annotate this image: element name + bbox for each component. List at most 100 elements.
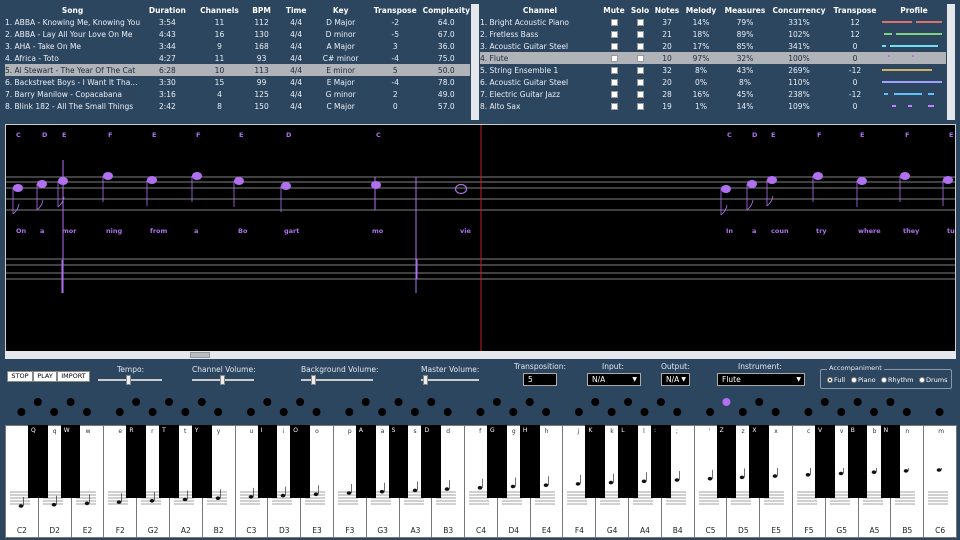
black-key[interactable]: K (585, 425, 606, 498)
black-key[interactable]: Z (716, 425, 737, 498)
output-select[interactable]: N/A ▼ (661, 373, 690, 386)
score-view[interactable]: C D E F E F E D C C D E F E F E On a mor ning from a Bo gart mo v… (5, 124, 956, 353)
song-col-header[interactable]: Duration (140, 4, 195, 16)
background-volume-knob[interactable] (311, 375, 316, 385)
score-scrollbar-thumb[interactable] (190, 352, 210, 358)
channel-solo-checkbox[interactable] (636, 91, 644, 98)
accompaniment-piano[interactable]: Piano (851, 376, 876, 384)
song-col-header[interactable]: Channels (195, 4, 245, 16)
score-note[interactable] (281, 182, 291, 190)
song-list[interactable]: Song Duration Channels BPM Time Key Transpose C… (5, 4, 470, 120)
song-row[interactable]: 8. Blink 182 - All The Small Things 2:42 8… (5, 100, 470, 112)
stop-button[interactable]: STOP (7, 371, 33, 382)
score-note[interactable] (13, 184, 23, 192)
score-note[interactable] (943, 176, 953, 184)
master-volume-knob[interactable] (423, 375, 428, 385)
black-key[interactable]: W (60, 425, 81, 498)
black-key[interactable]: Y (191, 425, 212, 498)
accompaniment-drums[interactable]: Drums (919, 376, 948, 384)
black-key[interactable]: I (257, 425, 278, 498)
song-row[interactable]: 4. Africa - Toto 4:27 11 93 4/4 C# minor -4 75.… (5, 52, 470, 64)
channel-list-scrollbar[interactable] (947, 4, 955, 120)
score-note[interactable] (767, 176, 777, 184)
white-key[interactable]: C6 m (923, 425, 957, 538)
score-note[interactable] (192, 172, 202, 180)
channel-col-header[interactable]: Measures (720, 4, 770, 16)
song-row[interactable]: 6. Backstreet Boys - I Want It Tha... 3:3… (5, 76, 470, 88)
song-list-scrollbar[interactable] (471, 4, 479, 120)
accompaniment-full[interactable]: Full (827, 376, 845, 384)
channel-volume-slider[interactable] (192, 375, 254, 385)
tempo-slider-knob[interactable] (126, 375, 131, 385)
channel-col-header[interactable]: Melody (682, 4, 720, 16)
song-col-header[interactable]: BPM (244, 4, 279, 16)
black-key[interactable]: B (847, 425, 868, 498)
channel-col-header[interactable]: Mute (600, 4, 628, 16)
song-row[interactable]: 3. AHA - Take On Me 3:44 9 168 4/4 A Major 3 36… (5, 40, 470, 52)
song-col-header[interactable]: Complexity (423, 4, 470, 16)
instrument-select[interactable]: Flute ▼ (717, 373, 805, 386)
channel-solo-checkbox[interactable] (636, 31, 644, 38)
channel-solo-checkbox[interactable] (636, 19, 644, 26)
channel-mute-checkbox[interactable] (610, 103, 618, 110)
score-scrollbar[interactable] (5, 351, 956, 359)
channel-solo-checkbox[interactable] (636, 67, 644, 74)
black-key[interactable]: R (126, 425, 146, 498)
channel-col-header[interactable]: Notes (652, 4, 682, 16)
score-note[interactable] (58, 177, 68, 185)
black-key[interactable]: : (651, 425, 671, 498)
channel-solo-checkbox[interactable] (636, 43, 644, 50)
channel-col-header[interactable]: Concurrency (770, 4, 828, 16)
channel-mute-checkbox[interactable] (610, 91, 618, 98)
channel-solo-checkbox[interactable] (636, 103, 644, 110)
channel-solo-checkbox[interactable] (636, 55, 644, 62)
master-volume-slider[interactable] (421, 375, 479, 385)
score-note[interactable] (857, 177, 867, 185)
channel-col-header[interactable]: Channel (480, 4, 600, 16)
tempo-slider[interactable] (98, 375, 162, 385)
channel-list[interactable]: Channel Mute Solo Notes Melody Measures Concur… (480, 4, 946, 120)
song-col-header[interactable]: Transpose (368, 4, 423, 16)
black-key[interactable]: O (290, 425, 310, 498)
channel-col-header[interactable]: Solo (628, 4, 652, 16)
input-select[interactable]: N/A ▼ (587, 373, 641, 386)
channel-mute-checkbox[interactable] (610, 19, 618, 26)
black-key[interactable]: H (519, 425, 540, 498)
piano-keyboard[interactable]: C2 D2 q E2 w F2 e G2 r A2 t B2 y C3 u D3 i E3 o F3 p G3 a A3 s B3… (5, 425, 957, 538)
score-note[interactable] (747, 180, 757, 188)
black-key[interactable]: N (880, 425, 901, 498)
score-note[interactable] (454, 183, 468, 195)
score-note[interactable] (721, 185, 731, 193)
channel-row[interactable]: 6. Acoustic Guitar Steel 20 0% 8% 110% 0 (480, 76, 946, 88)
channel-mute-checkbox[interactable] (610, 67, 618, 74)
play-button[interactable]: PLAY (33, 371, 57, 382)
channel-row[interactable]: 2. Fretless Bass 21 18% 89% 102% 12 (480, 28, 946, 40)
channel-row[interactable]: 7. Electric Guitar Jazz 28 16% 45% 238% -12 (480, 88, 946, 100)
channel-col-header[interactable]: Profile (882, 4, 946, 16)
accompaniment-rhythm[interactable]: Rhythm (881, 376, 913, 384)
channel-solo-checkbox[interactable] (636, 79, 644, 86)
channel-mute-checkbox[interactable] (610, 43, 618, 50)
black-key[interactable]: L (618, 425, 638, 498)
score-note[interactable] (37, 180, 47, 188)
channel-mute-checkbox[interactable] (610, 79, 618, 86)
black-key[interactable]: Q (27, 425, 48, 498)
song-row[interactable]: 1. ABBA - Knowing Me, Knowing You 3:54 11 1… (5, 16, 470, 28)
black-key[interactable]: G (487, 425, 507, 498)
song-row[interactable]: 5. Al Stewart - The Year Of The Cat 6:28 1… (5, 64, 470, 76)
channel-col-header[interactable]: Transpose (828, 4, 882, 16)
score-note[interactable] (234, 177, 244, 185)
black-key[interactable]: X (749, 425, 770, 498)
channel-row[interactable]: 4. Flute 10 97% 32% 100% 0 (480, 52, 946, 64)
channel-row[interactable]: 3. Acoustic Guitar Steel 20 17% 85% 341% 0 (480, 40, 946, 52)
score-note[interactable] (813, 172, 823, 180)
channel-volume-knob[interactable] (220, 375, 225, 385)
channel-row[interactable]: 1. Bright Acoustic Piano 37 14% 79% 331% 12 (480, 16, 946, 28)
score-note[interactable] (371, 181, 381, 189)
channel-row[interactable]: 5. String Ensemble 1 32 8% 43% 269% -12 (480, 64, 946, 76)
black-key[interactable]: V (814, 425, 835, 498)
transposition-input[interactable]: 5 (523, 373, 557, 386)
channel-mute-checkbox[interactable] (610, 31, 618, 38)
import-button[interactable]: IMPORT (57, 371, 90, 382)
black-key[interactable]: A (355, 425, 376, 498)
